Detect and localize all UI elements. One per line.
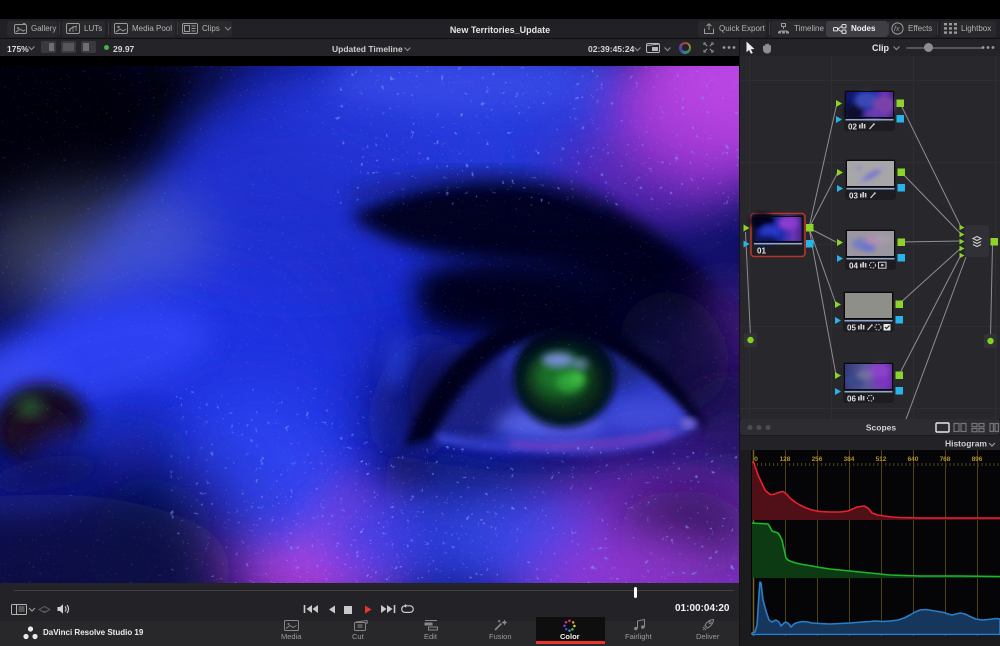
svg-text:03: 03 [849,192,858,201]
svg-text:02: 02 [848,123,857,132]
svg-text:0: 0 [754,456,758,463]
svg-text:768: 768 [940,456,951,463]
svg-text:01: 01 [757,247,766,256]
svg-text:05: 05 [847,324,856,333]
svg-text:256: 256 [812,456,823,463]
svg-text:04: 04 [849,262,858,271]
svg-text:Histogram: Histogram [945,439,987,449]
svg-text:640: 640 [908,456,919,463]
svg-text:896: 896 [972,456,983,463]
svg-text:384: 384 [844,456,855,463]
svg-text:fx: fx [894,26,900,33]
svg-text:Scopes: Scopes [866,423,897,433]
svg-text:128: 128 [780,456,791,463]
svg-text:06: 06 [847,395,856,404]
svg-text:512: 512 [876,456,887,463]
